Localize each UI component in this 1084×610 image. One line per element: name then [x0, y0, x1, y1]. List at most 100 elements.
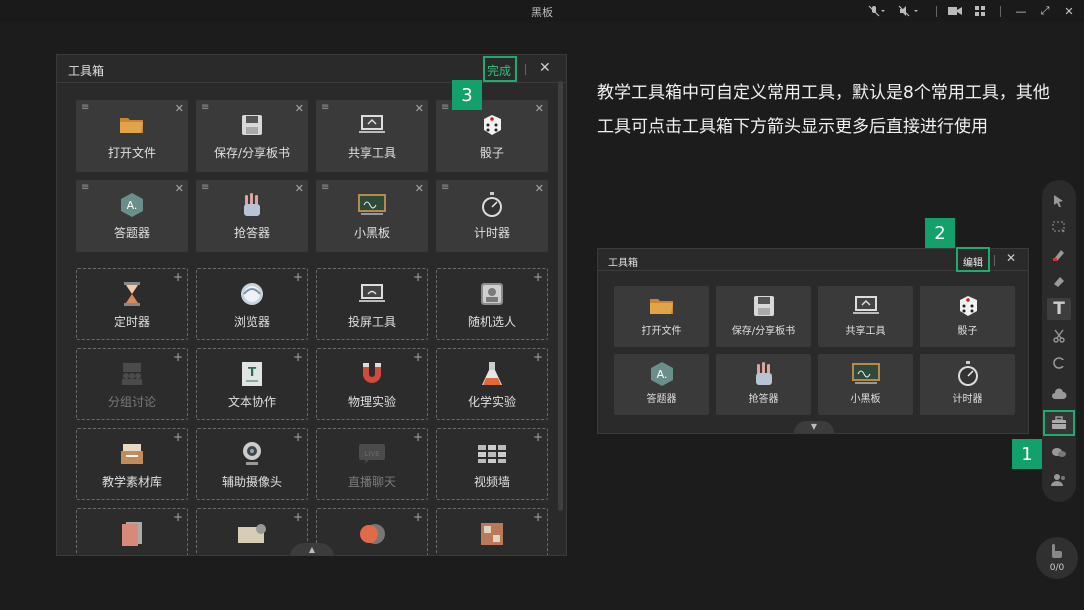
- mic-off-icon[interactable]: [864, 3, 890, 19]
- tool-tile[interactable]: 小黑板: [818, 354, 913, 415]
- area-select-icon[interactable]: [1042, 217, 1076, 239]
- edit-button[interactable]: 编辑: [963, 254, 983, 269]
- tool-tile[interactable]: +: [316, 508, 428, 555]
- side-toolbar: T: [1042, 180, 1076, 502]
- svg-text:A.: A.: [656, 368, 667, 381]
- tool-tile[interactable]: + 物理实验: [316, 348, 428, 420]
- panel-header: 工具箱 编辑 ✕: [598, 247, 1028, 272]
- tool-label: 计时器: [473, 226, 510, 240]
- done-button[interactable]: 完成: [487, 62, 511, 79]
- counter-value: 0/0: [1049, 563, 1065, 573]
- tool-label: 小黑板: [353, 226, 390, 240]
- shape-icon[interactable]: [1042, 352, 1076, 374]
- text-tool-glyph: T: [1053, 299, 1065, 319]
- tool-tile[interactable]: ≡ ✕ 打开文件: [76, 100, 188, 172]
- tool-label: 骰子: [479, 146, 504, 160]
- close-panel-button[interactable]: ✕: [539, 60, 551, 76]
- gallery-icon: [437, 521, 547, 547]
- scissors-icon[interactable]: [1042, 325, 1076, 347]
- tool-tile[interactable]: + 定时器: [76, 268, 188, 340]
- mini-blackboard-icon: [818, 363, 913, 385]
- tool-tile[interactable]: + 浏览器: [196, 268, 308, 340]
- tool-label: 教学素材库: [101, 475, 162, 489]
- toolbar-divider: [998, 3, 1002, 19]
- hand-raise-counter[interactable]: 0/0: [1036, 537, 1078, 579]
- users-icon[interactable]: [1042, 469, 1076, 491]
- svg-text:LIVE: LIVE: [364, 450, 379, 458]
- toolbox-edit-panel: 工具箱 完成 ✕ ≡ ✕ 打开文件 ≡ ✕ 保存/分享板书 ≡ ✕ 共享工具 ≡ ✕ 骰子 ≡ ✕ A. 答题…: [56, 54, 567, 556]
- expand-arrow-button[interactable]: ▼: [794, 421, 834, 433]
- layout-grid-icon[interactable]: [971, 3, 989, 19]
- tool-tile[interactable]: 抢答器: [716, 354, 811, 415]
- tool-label: 答题器: [646, 394, 677, 405]
- stopwatch-icon: [920, 361, 1015, 386]
- tool-tile[interactable]: ≡ ✕ 计时器: [436, 180, 548, 252]
- hourglass-icon: [77, 281, 187, 307]
- speaker-off-icon[interactable]: [895, 3, 923, 19]
- save-icon: [196, 112, 308, 138]
- flask-icon: [437, 361, 547, 387]
- cloud-icon[interactable]: [1042, 383, 1076, 405]
- tool-tile[interactable]: 计时器: [920, 354, 1015, 415]
- tool-label: 共享工具: [845, 326, 886, 337]
- answer-icon: A.: [614, 362, 709, 386]
- tool-tile[interactable]: ≡ ✕ 抢答器: [196, 180, 308, 252]
- toolbar-divider: [934, 3, 938, 19]
- select-pointer-icon[interactable]: [1042, 190, 1076, 212]
- tool-tile[interactable]: + 辅助摄像头: [196, 428, 308, 500]
- toolbox-icon[interactable]: [1043, 410, 1075, 436]
- callout-2: 2: [925, 218, 955, 248]
- tool-tile[interactable]: ≡ ✕ A. 答题器: [76, 180, 188, 252]
- tool-tile[interactable]: + 分组讨论: [76, 348, 188, 420]
- minimize-button[interactable]: —: [1012, 3, 1030, 19]
- tool-label: 随机选人: [467, 315, 516, 329]
- tool-tile[interactable]: + T 文本协作: [196, 348, 308, 420]
- scrollbar[interactable]: [558, 81, 563, 511]
- tool-tile[interactable]: ≡ ✕ 小黑板: [316, 180, 428, 252]
- tool-tile[interactable]: + 视频墙: [436, 428, 548, 500]
- tool-tile[interactable]: 共享工具: [818, 286, 913, 347]
- tool-tile[interactable]: A. 答题器: [614, 354, 709, 415]
- tool-tile[interactable]: ≡ ✕ 骰子: [436, 100, 548, 172]
- tool-tile[interactable]: + 投屏工具: [316, 268, 428, 340]
- close-window-button[interactable]: ✕: [1060, 3, 1078, 19]
- description-text: 教学工具箱中可自定义常用工具，默认是8个常用工具，其他工具可点击工具箱下方箭头显…: [597, 83, 1050, 137]
- tool-label: 小黑板: [850, 394, 881, 405]
- tool-tile[interactable]: +: [76, 508, 188, 555]
- material-library-icon: [77, 441, 187, 467]
- tool-label: 骰子: [957, 326, 978, 337]
- eraser-icon[interactable]: [1042, 271, 1076, 293]
- tool-tile[interactable]: + LIVE 直播聊天: [316, 428, 428, 500]
- panel-title: 工具箱: [68, 64, 105, 78]
- tool-tile[interactable]: +: [436, 508, 548, 555]
- chat-icon[interactable]: [1042, 442, 1076, 464]
- stopwatch-icon: [436, 192, 548, 218]
- live-chat-icon: LIVE: [317, 441, 427, 467]
- raise-hand-icon: [716, 362, 811, 385]
- dice-icon: [920, 295, 1015, 317]
- record-icon: [317, 521, 427, 547]
- tool-tile[interactable]: + 教学素材库: [76, 428, 188, 500]
- tool-tile[interactable]: + 随机选人: [436, 268, 548, 340]
- camera-icon[interactable]: [946, 3, 964, 19]
- tool-tile[interactable]: ≡ ✕ 共享工具: [316, 100, 428, 172]
- group-discuss-icon: [77, 361, 187, 387]
- video-wall-icon: [437, 441, 547, 467]
- tool-tile[interactable]: + 化学实验: [436, 348, 548, 420]
- tool-tile[interactable]: ≡ ✕ 保存/分享板书: [196, 100, 308, 172]
- close-panel-button[interactable]: ✕: [1006, 251, 1016, 265]
- tool-tile[interactable]: 保存/分享板书: [716, 286, 811, 347]
- folder-icon: [76, 112, 188, 138]
- text-icon[interactable]: T: [1047, 298, 1071, 320]
- tool-label: 打开文件: [641, 326, 682, 337]
- tool-tile[interactable]: 打开文件: [614, 286, 709, 347]
- tool-tile[interactable]: 骰子: [920, 286, 1015, 347]
- classic-icon: [197, 521, 307, 547]
- svg-text:T: T: [248, 365, 257, 379]
- tool-label: 计时器: [952, 394, 983, 405]
- answer-icon: A.: [76, 192, 188, 218]
- collapse-arrow-button[interactable]: ▲: [290, 543, 334, 555]
- restore-button[interactable]: ⤢: [1036, 3, 1054, 19]
- panel-header: 工具箱 完成 ✕: [57, 55, 566, 83]
- pen-icon[interactable]: [1042, 244, 1076, 266]
